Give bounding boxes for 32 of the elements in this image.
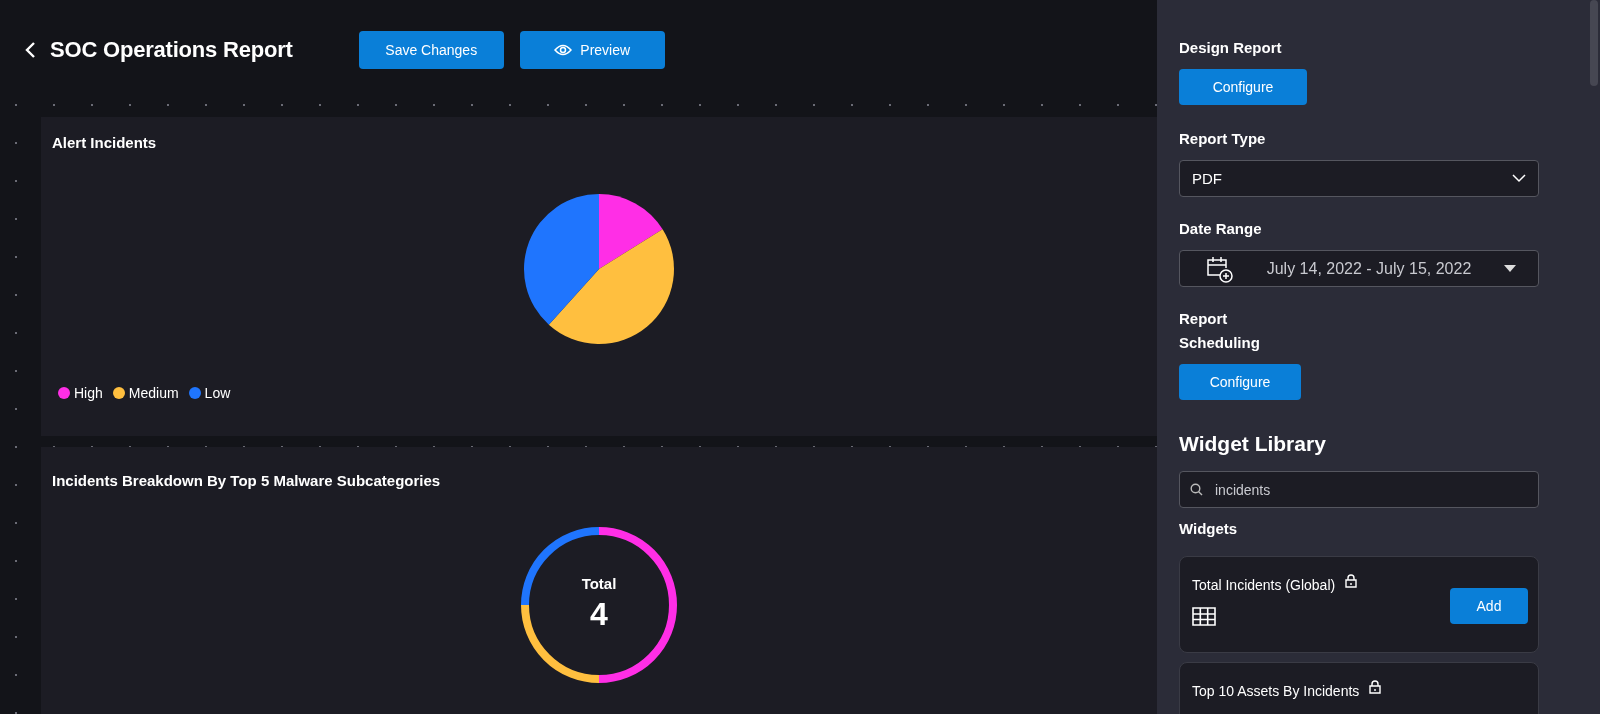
calendar-add-icon [1206, 254, 1234, 283]
configure-button[interactable]: Configure [1179, 364, 1301, 400]
add-button[interactable]: Add [1450, 588, 1528, 624]
dropdown-arrow-icon [1504, 264, 1516, 273]
date-range-picker[interactable]: July 14, 2022 - July 15, 2022 [1179, 250, 1539, 287]
chevron-down-icon [1512, 174, 1526, 183]
save-button[interactable]: Save Changes [358, 31, 504, 69]
report-title: SOC Operations Report [50, 37, 293, 63]
widget-name: Total Incidents (Global) [1192, 577, 1336, 593]
legend-label: High [74, 385, 103, 401]
report-type-dropdown[interactable]: PDF [1179, 160, 1539, 197]
preview-button[interactable]: Preview [519, 31, 665, 69]
widget-library-heading: Widget Library [1179, 432, 1327, 456]
section-label: Design Report [1179, 38, 1283, 58]
widget-title: Incidents Breakdown By Top 5 Malware Subcategories [51, 471, 442, 489]
total-value: 4 [590, 596, 608, 633]
search-icon [1190, 483, 1203, 496]
eye-icon [554, 44, 573, 56]
widgets-label: Widgets [1179, 520, 1239, 537]
legend-label: Medium [128, 385, 179, 401]
section-label: Date Range [1179, 219, 1263, 239]
table-icon [1192, 607, 1216, 626]
scrollbar-thumb[interactable] [1590, 0, 1598, 86]
section-label: Report Type [1179, 129, 1267, 149]
section-label: Report Scheduling [1179, 309, 1261, 353]
search-field[interactable]: incidents [1179, 471, 1539, 508]
configure-button[interactable]: Configure [1179, 69, 1307, 105]
widget-name: Top 10 Assets By Incidents [1192, 683, 1360, 699]
legend-label: Low [204, 385, 231, 401]
widget-title: Alert Incidents [51, 133, 158, 151]
back-icon[interactable] [24, 41, 38, 59]
total-label: Total [581, 575, 617, 592]
